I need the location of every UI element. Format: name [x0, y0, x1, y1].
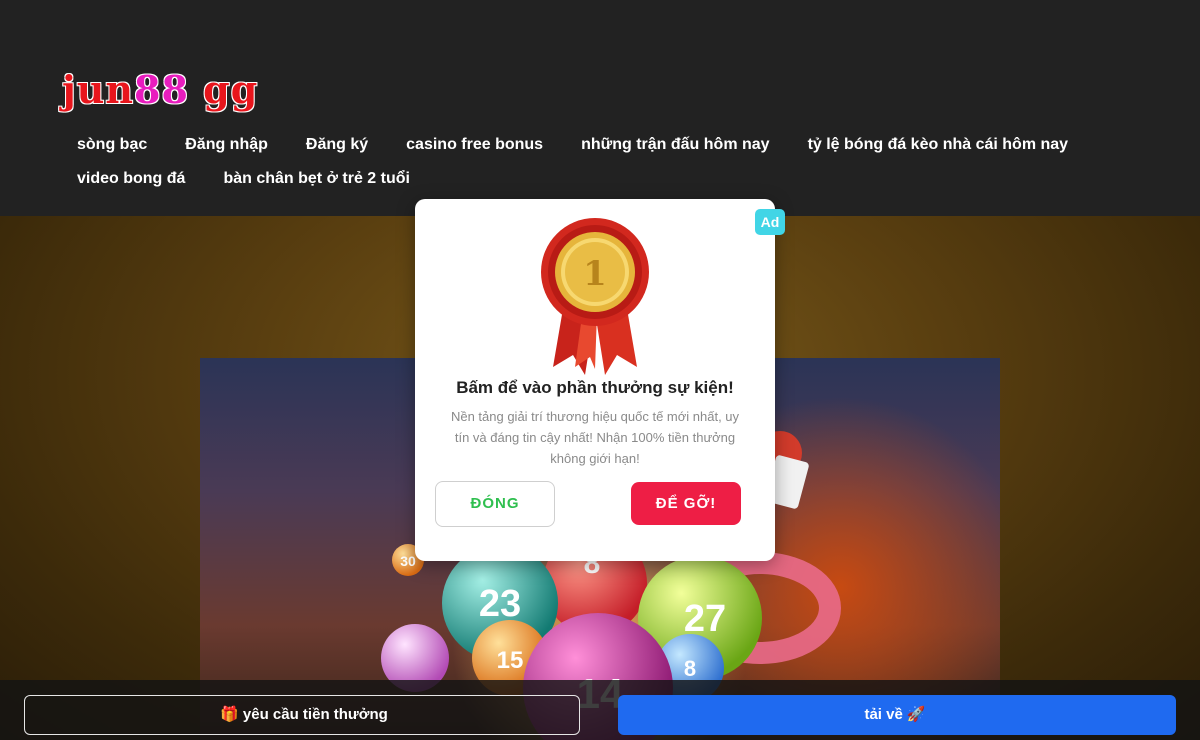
nav-item-flat-feet[interactable]: bàn chân bẹt ở trẻ 2 tuổi [204, 162, 429, 196]
ball-number-30: 30 [400, 553, 416, 569]
nav-item-football-video[interactable]: video bong đá [58, 162, 204, 196]
request-bonus-label: yêu cầu tiền thưởng [242, 706, 388, 723]
nav-item-matches-today[interactable]: những trận đấu hôm nay [562, 128, 788, 162]
gift-icon: 🎁 [220, 706, 239, 723]
logo-part-2: 88 [134, 67, 189, 112]
site-header: jun88 gg sòng bạc Đăng nhập Đăng ký casi… [0, 0, 1200, 216]
rocket-icon: 🚀 [906, 706, 926, 723]
ad-badge: Ad [755, 209, 785, 235]
modal-description: Nền tảng giải trí thương hiệu quốc tế mớ… [450, 409, 740, 466]
nav-item-register[interactable]: Đăng ký [287, 128, 387, 162]
logo-part-1: jun [62, 67, 135, 112]
ball-number-23: 23 [479, 583, 521, 625]
go-button[interactable]: ĐỂ GỠ! [631, 482, 741, 525]
ball-number-8: 8 [684, 656, 696, 681]
modal-title: Bấm để vào phần thưởng sự kiện! [456, 378, 734, 397]
promo-modal: Ad 1 Bấm để vào phần thưởng sự kiện! Nền… [415, 199, 785, 561]
download-button[interactable]: tải về 🚀 [618, 695, 1176, 735]
medal-number: 1 [583, 254, 607, 294]
nav-item-login[interactable]: Đăng nhập [166, 128, 287, 162]
request-bonus-button[interactable]: 🎁 yêu cầu tiền thưởng [24, 695, 580, 735]
ball-number-15: 15 [497, 647, 524, 674]
ball-number-27: 27 [684, 598, 726, 640]
logo-part-3: gg [188, 67, 259, 112]
first-place-medal-icon: 1 [541, 218, 649, 375]
bottom-action-bar: 🎁 yêu cầu tiền thưởng tải về 🚀 [0, 680, 1200, 740]
nav-item-casino-free-bonus[interactable]: casino free bonus [387, 128, 562, 162]
site-logo[interactable]: jun88 gg [62, 66, 258, 114]
nav-item-casino[interactable]: sòng bạc [58, 128, 166, 162]
nav-item-odds-today[interactable]: tỷ lệ bóng đá kèo nhà cái hôm nay [789, 128, 1088, 162]
download-label: tải về [864, 706, 903, 723]
close-button[interactable]: ĐÓNG [435, 481, 555, 527]
main-nav: sòng bạc Đăng nhập Đăng ký casino free b… [58, 128, 1158, 196]
